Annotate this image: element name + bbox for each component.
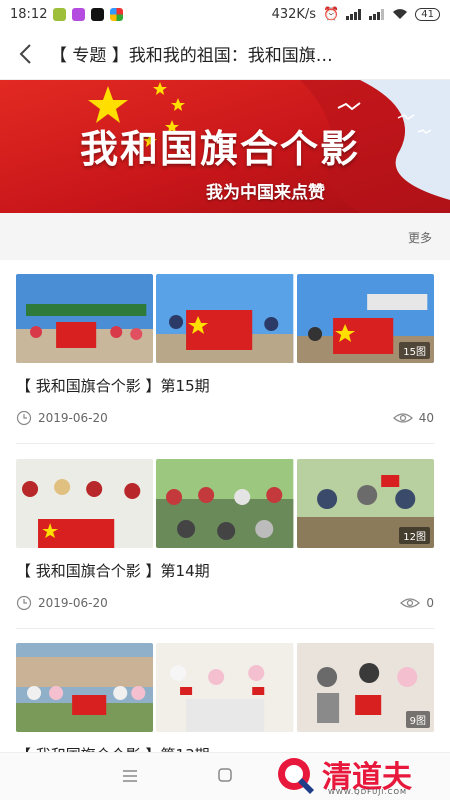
thumbnail-row: 9图 [16,643,434,732]
article-thumbnail [16,643,154,732]
header-bar: 【 专题 】我和我的祖国：我和国旗… [0,28,450,80]
article-thumbnail [16,274,154,363]
image-count-badge: 9图 [405,711,430,728]
banner-subtitle: 我为中国来点赞 [206,183,325,203]
divider [16,443,434,444]
article-item[interactable]: 9图 【 我和国旗合个影 】第13期 [16,643,434,765]
status-time: 18:12 [10,6,48,22]
menu-icon [123,770,137,782]
topic-banner[interactable]: 我和国旗合个影 我为中国来点赞 [0,80,450,213]
back-button[interactable] [0,28,50,80]
article-thumbnail: 12图 [296,459,434,548]
article-meta: 2019-06-20 0 [16,595,434,611]
banner-title: 我和国旗合个影 [80,126,361,171]
view-count: 0 [400,596,434,610]
chrome-icon [110,7,124,21]
article-thumbnail [156,459,294,548]
article-thumbnail: 9图 [296,643,434,732]
image-count-badge: 12图 [399,527,430,544]
view-count-value: 0 [426,596,434,610]
clock-icon [16,595,32,611]
home-button[interactable] [217,767,233,788]
eye-icon [400,598,421,608]
watermark: 清道夫 WWW.QDFUJI.COM [270,752,450,800]
notification-app-icon [53,7,67,21]
page-title: 【 专题 】我和我的祖国：我和国旗… [50,46,333,66]
menu-button[interactable] [122,767,138,788]
article-item[interactable]: 15图 【 我和国旗合个影 】第15期 2019-06-20 40 [16,274,434,426]
alarm-icon: ⏰ [323,6,340,22]
thumbnail-row: 12图 [16,459,434,548]
article-title: 【 我和国旗合个影 】第15期 [16,377,210,395]
section-header: 更多 [0,213,450,260]
battery-indicator: 41 [415,7,440,21]
article-title: 【 我和国旗合个影 】第14期 [16,562,210,580]
tiktok-icon [91,7,105,21]
divider [16,628,434,629]
network-speed: 432K/s [271,6,317,22]
more-link[interactable]: 更多 [408,229,432,246]
article-thumbnail [16,459,154,548]
chevron-left-icon [19,43,31,64]
watermark-url: WWW.QDFUJI.COM [328,788,408,796]
home-icon [218,768,232,782]
view-count: 40 [392,411,434,425]
eye-icon [392,413,413,423]
image-count-badge: 15图 [399,342,430,359]
article-thumbnail [156,274,294,363]
article-date: 2019-06-20 [38,411,108,425]
status-bar: 18:12 432K/s ⏰ 41 [0,0,450,28]
notification-app-icon [72,7,86,21]
article-thumbnail: 15图 [296,274,434,363]
thumbnail-row: 15图 [16,274,434,363]
article-meta: 2019-06-20 40 [16,410,434,426]
view-count-value: 40 [418,411,434,425]
article-item[interactable]: 12图 【 我和国旗合个影 】第14期 2019-06-20 0 [16,459,434,611]
clock-icon [16,410,32,426]
article-thumbnail [156,643,294,732]
wifi-icon [393,9,408,19]
article-date: 2019-06-20 [38,596,108,610]
watermark-logo-icon [278,758,314,794]
signal-icon [346,8,362,20]
signal-icon [369,8,385,20]
